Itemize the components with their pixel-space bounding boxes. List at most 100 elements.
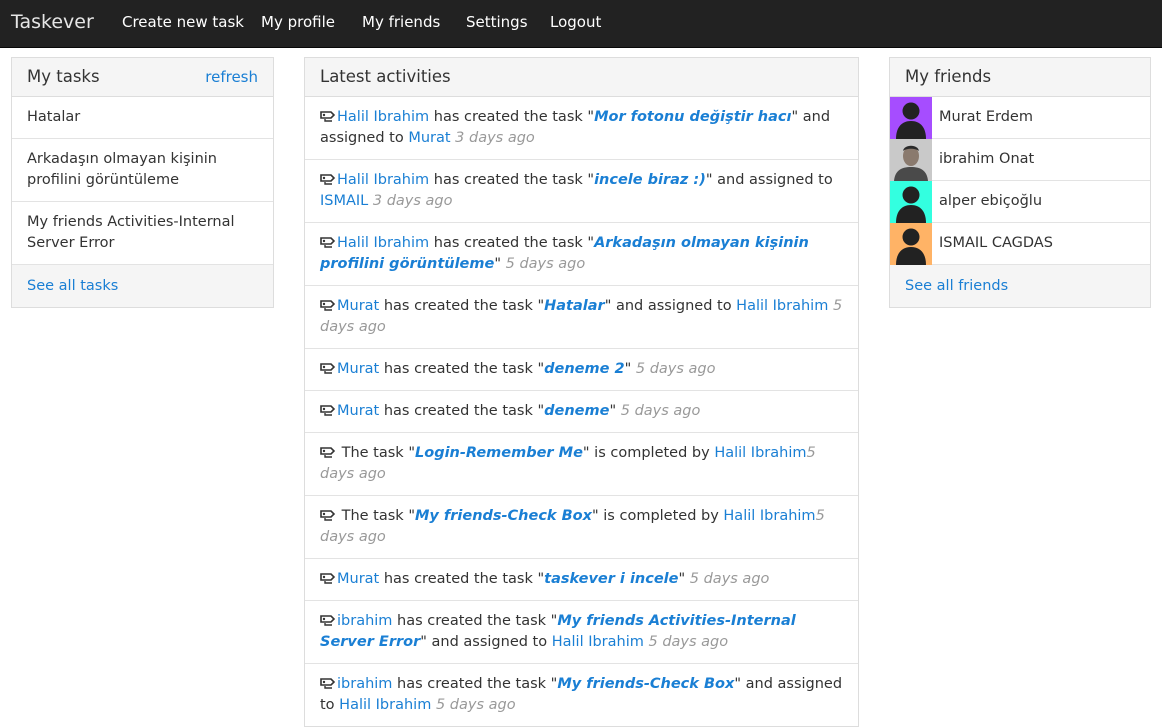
friend-name[interactable]: ISMAIL CAGDAS bbox=[939, 233, 1053, 254]
activity-item: The task "My friends-Check Box" is compl… bbox=[305, 496, 858, 559]
task-item-label: My friends Activities-Internal Server Er… bbox=[27, 214, 235, 251]
activity-item: Halil Ibrahim has created the task "ince… bbox=[305, 160, 858, 223]
activity-task-link[interactable]: My friends-Check Box bbox=[557, 676, 734, 692]
task-item[interactable]: Hatalar bbox=[12, 97, 273, 139]
activity-time: 5 days ago bbox=[435, 697, 516, 713]
activity-item: Murat has created the task "taskever i i… bbox=[305, 559, 858, 601]
friend-name[interactable]: ibrahim Onat bbox=[939, 149, 1034, 170]
activity-user-link[interactable]: Murat bbox=[337, 298, 379, 314]
tag-icon bbox=[320, 361, 337, 375]
activity-item: ibrahim has created the task "My friends… bbox=[305, 664, 858, 726]
nav-my-friends[interactable]: My friends bbox=[362, 13, 440, 31]
activity-text: has created the task " bbox=[429, 235, 595, 251]
activity-item: Halil Ibrahim has created the task "Arka… bbox=[305, 223, 858, 286]
activity-assignee-link[interactable]: Halil Ibrahim bbox=[723, 508, 815, 524]
nav-create-new-task[interactable]: Create new task bbox=[122, 13, 244, 31]
see-all-tasks-link[interactable]: See all tasks bbox=[27, 278, 118, 294]
activity-list: Halil Ibrahim has created the task "Mor … bbox=[305, 97, 858, 726]
activity-text: has created the task " bbox=[379, 403, 545, 419]
activity-text: The task " bbox=[337, 445, 415, 461]
activity-assignee-link[interactable]: Halil Ibrahim bbox=[714, 445, 806, 461]
tag-icon bbox=[320, 172, 337, 186]
task-item[interactable]: My friends Activities-Internal Server Er… bbox=[12, 202, 273, 265]
activity-user-link[interactable]: Murat bbox=[337, 361, 379, 377]
nav-logout[interactable]: Logout bbox=[550, 13, 601, 31]
my-friends-footer: See all friends bbox=[890, 265, 1150, 307]
activity-text: has created the task " bbox=[429, 109, 595, 125]
activity-task-link[interactable]: Hatalar bbox=[544, 298, 605, 314]
activity-text: has created the task " bbox=[379, 361, 545, 377]
activity-item: Halil Ibrahim has created the task "Mor … bbox=[305, 97, 858, 160]
activity-task-link[interactable]: incele biraz :) bbox=[594, 172, 706, 188]
task-item-label: Hatalar bbox=[27, 109, 81, 125]
activity-user-link[interactable]: ibrahim bbox=[337, 676, 392, 692]
activity-user-link[interactable]: ibrahim bbox=[337, 613, 392, 629]
tag-icon bbox=[320, 298, 337, 312]
activity-user-link[interactable]: Murat bbox=[337, 571, 379, 587]
friend-item[interactable]: ibrahim Onat bbox=[890, 139, 1150, 181]
avatar[interactable] bbox=[890, 139, 932, 181]
activity-time: 3 days ago bbox=[372, 193, 453, 209]
avatar[interactable] bbox=[890, 181, 932, 223]
activity-item: Murat has created the task "deneme" 5 da… bbox=[305, 391, 858, 433]
tag-icon bbox=[320, 109, 337, 123]
tag-icon bbox=[320, 403, 337, 417]
my-tasks-heading: My tasks refresh bbox=[12, 58, 273, 97]
activity-text: " and assigned to bbox=[420, 634, 552, 650]
activity-text: " is completed by bbox=[582, 445, 715, 461]
activity-user-link[interactable]: Halil Ibrahim bbox=[337, 235, 429, 251]
tag-icon bbox=[320, 445, 337, 459]
activity-user-link[interactable]: Halil Ibrahim bbox=[337, 109, 429, 125]
activity-task-link[interactable]: Login-Remember Me bbox=[415, 445, 583, 461]
activity-task-link[interactable]: deneme bbox=[544, 403, 609, 419]
latest-activities-title: Latest activities bbox=[320, 67, 451, 86]
top-navbar: Taskever Create new task My profile My f… bbox=[0, 0, 1162, 48]
tag-icon bbox=[320, 613, 337, 627]
avatar[interactable] bbox=[890, 223, 932, 265]
avatar[interactable] bbox=[890, 97, 932, 139]
tag-icon bbox=[320, 508, 337, 522]
activity-text: " and assigned to bbox=[604, 298, 737, 314]
activity-assignee-link[interactable]: Halil Ibrahim bbox=[552, 634, 644, 650]
friend-name[interactable]: alper ebiçoğlu bbox=[939, 191, 1042, 212]
activity-task-link[interactable]: deneme 2 bbox=[544, 361, 624, 377]
my-tasks-title: My tasks bbox=[27, 67, 100, 86]
activity-task-link[interactable]: My friends-Check Box bbox=[415, 508, 592, 524]
friend-item[interactable]: ISMAIL CAGDAS bbox=[890, 223, 1150, 265]
activity-assignee-link[interactable]: ISMAIL bbox=[320, 193, 368, 209]
activity-assignee-link[interactable]: Murat bbox=[408, 130, 450, 146]
activity-text: has created the task " bbox=[392, 676, 558, 692]
friend-list: Murat Erdem ibrahim Onat alper ebiçoğlu ISM… bbox=[890, 97, 1150, 265]
my-friends-panel: My friends Murat Erdem ibrahim Onat alper … bbox=[889, 57, 1151, 308]
activity-item: Murat has created the task "deneme 2" 5 … bbox=[305, 349, 858, 391]
my-tasks-panel: My tasks refresh Hatalar Arkadaşın olmay… bbox=[11, 57, 274, 308]
activity-task-link[interactable]: taskever i incele bbox=[544, 571, 678, 587]
friend-item[interactable]: Murat Erdem bbox=[890, 97, 1150, 139]
activity-user-link[interactable]: Halil Ibrahim bbox=[337, 172, 429, 188]
see-all-friends-link[interactable]: See all friends bbox=[905, 278, 1008, 294]
activity-text: " is completed by bbox=[592, 508, 724, 524]
activity-task-link[interactable]: Mor fotonu değiştir hacı bbox=[594, 109, 791, 125]
activity-time: 5 days ago bbox=[648, 634, 729, 650]
activity-text: " bbox=[678, 571, 686, 587]
activity-time: 3 days ago bbox=[455, 130, 535, 146]
activity-text: has created the task " bbox=[379, 298, 545, 314]
nav-my-profile[interactable]: My profile bbox=[261, 13, 335, 31]
activity-user-link[interactable]: Murat bbox=[337, 403, 379, 419]
activity-assignee-link[interactable]: Halil Ibrahim bbox=[339, 697, 431, 713]
activity-assignee-link[interactable]: Halil Ibrahim bbox=[736, 298, 828, 314]
activity-text: The task " bbox=[337, 508, 415, 524]
tag-icon bbox=[320, 571, 337, 585]
brand-logo[interactable]: Taskever bbox=[11, 11, 94, 33]
friend-name[interactable]: Murat Erdem bbox=[939, 107, 1033, 128]
activity-text: has created the task " bbox=[379, 571, 545, 587]
activity-time: 5 days ago bbox=[620, 403, 701, 419]
activity-item: The task "Login-Remember Me" is complete… bbox=[305, 433, 858, 496]
task-item[interactable]: Arkadaşın olmayan kişinin profilini görü… bbox=[12, 139, 273, 202]
activity-text: " bbox=[494, 256, 501, 272]
refresh-link[interactable]: refresh bbox=[205, 58, 258, 96]
friend-item[interactable]: alper ebiçoğlu bbox=[890, 181, 1150, 223]
nav-settings[interactable]: Settings bbox=[466, 13, 528, 31]
my-tasks-footer: See all tasks bbox=[12, 265, 273, 307]
task-item-label: Arkadaşın olmayan kişinin profilini görü… bbox=[27, 151, 217, 188]
